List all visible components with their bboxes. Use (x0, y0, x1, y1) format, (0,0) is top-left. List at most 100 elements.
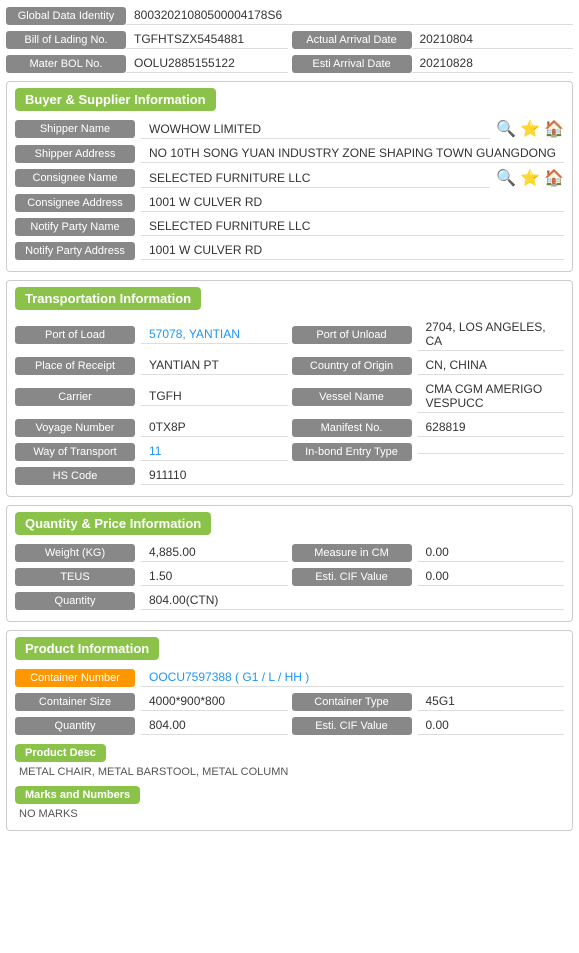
vessel-name-row: Vessel Name CMA CGM AMERIGO VESPUCC (292, 380, 565, 413)
container-number-value: OOCU7597388 ( G1 / L / HH ) (141, 668, 564, 687)
notify-party-name-label: Notify Party Name (15, 218, 135, 236)
consignee-name-value: SELECTED FURNITURE LLC (141, 169, 490, 188)
measure-cm-value: 0.00 (418, 543, 565, 562)
mater-bol-row: Mater BOL No. OOLU2885155122 (6, 54, 288, 73)
mater-bol-label: Mater BOL No. (6, 55, 126, 73)
container-size-value: 4000*900*800 (141, 692, 288, 711)
product-desc-text: METAL CHAIR, METAL BARSTOOL, METAL COLUM… (15, 762, 564, 782)
port-of-unload-value: 2704, LOS ANGELES, CA (418, 318, 565, 351)
weight-row: Weight (KG) 4,885.00 (15, 543, 288, 562)
country-of-origin-value: CN, CHINA (418, 356, 565, 375)
product-desc-btn[interactable]: Product Desc (15, 744, 106, 762)
teus-value: 1.50 (141, 567, 288, 586)
notify-party-address-row: Notify Party Address 1001 W CULVER RD (15, 241, 564, 260)
shipper-home-icon[interactable]: 🏠 (544, 119, 564, 139)
container-type-row: Container Type 45G1 (292, 692, 565, 711)
container-size-row: Container Size 4000*900*800 (15, 692, 288, 711)
notify-party-name-value: SELECTED FURNITURE LLC (141, 217, 564, 236)
qp-row-2: TEUS 1.50 Esti. CIF Value 0.00 (15, 567, 564, 586)
product-section: Product Information Container Number OOC… (6, 630, 573, 831)
port-of-unload-label: Port of Unload (292, 326, 412, 344)
container-type-value: 45G1 (418, 692, 565, 711)
marks-and-numbers-btn[interactable]: Marks and Numbers (15, 786, 140, 804)
notify-party-address-label: Notify Party Address (15, 242, 135, 260)
place-of-receipt-value: YANTIAN PT (141, 356, 288, 375)
transport-row-5: Way of Transport 11 In-bond Entry Type (15, 442, 564, 461)
consignee-star-icon[interactable]: ⭐ (520, 168, 540, 188)
voyage-number-value: 0TX8P (141, 418, 288, 437)
manifest-no-value: 628819 (418, 418, 565, 437)
global-data-identity-row: Global Data Identity 8003202108050000417… (6, 6, 573, 25)
port-of-load-value: 57078, YANTIAN (141, 325, 288, 344)
consignee-search-icon[interactable]: 🔍 (496, 168, 516, 188)
esti-cif-value-row: Esti. CIF Value 0.00 (292, 567, 565, 586)
place-of-receipt-label: Place of Receipt (15, 357, 135, 375)
manifest-no-row: Manifest No. 628819 (292, 418, 565, 437)
transportation-section: Transportation Information Port of Load … (6, 280, 573, 497)
port-of-load-label: Port of Load (15, 326, 135, 344)
actual-arrival-date-value: 20210804 (412, 30, 574, 49)
in-bond-entry-type-label: In-bond Entry Type (292, 443, 412, 461)
bill-of-lading-label: Bill of Lading No. (6, 31, 126, 49)
notify-party-name-row: Notify Party Name SELECTED FURNITURE LLC (15, 217, 564, 236)
country-of-origin-label: Country of Origin (292, 357, 412, 375)
carrier-row: Carrier TGFH (15, 380, 288, 413)
consignee-name-label: Consignee Name (15, 169, 135, 187)
place-of-receipt-row: Place of Receipt YANTIAN PT (15, 356, 288, 375)
consignee-address-label: Consignee Address (15, 194, 135, 212)
shipper-search-icon[interactable]: 🔍 (496, 119, 516, 139)
in-bond-entry-type-value (418, 449, 565, 454)
actual-arrival-date-label: Actual Arrival Date (292, 31, 412, 49)
hs-code-label: HS Code (15, 467, 135, 485)
quantity-value: 804.00(CTN) (141, 591, 564, 610)
product-quantity-label: Quantity (15, 717, 135, 735)
teus-row: TEUS 1.50 (15, 567, 288, 586)
quantity-label: Quantity (15, 592, 135, 610)
shipper-name-value: WOWHOW LIMITED (141, 120, 490, 139)
product-quantity-value: 804.00 (141, 716, 288, 735)
buyer-supplier-section: Buyer & Supplier Information Shipper Nam… (6, 81, 573, 272)
teus-label: TEUS (15, 568, 135, 586)
shipper-address-label: Shipper Address (15, 145, 135, 163)
consignee-name-row: Consignee Name SELECTED FURNITURE LLC 🔍 … (15, 168, 564, 188)
bill-of-lading-row: Bill of Lading No. TGFHTSZX5454881 (6, 30, 288, 49)
esti-cif-value-value: 0.00 (418, 567, 565, 586)
qp-row-1: Weight (KG) 4,885.00 Measure in CM 0.00 (15, 543, 564, 562)
in-bond-entry-type-row: In-bond Entry Type (292, 442, 565, 461)
buyer-supplier-header: Buyer & Supplier Information (15, 88, 216, 111)
shipper-star-icon[interactable]: ⭐ (520, 119, 540, 139)
measure-cm-row: Measure in CM 0.00 (292, 543, 565, 562)
global-data-identity-value: 80032021080500004178S6 (126, 6, 573, 25)
way-of-transport-value: 11 (141, 442, 288, 461)
consignee-home-icon[interactable]: 🏠 (544, 168, 564, 188)
carrier-label: Carrier (15, 388, 135, 406)
container-size-label: Container Size (15, 693, 135, 711)
voyage-number-label: Voyage Number (15, 419, 135, 437)
consignee-address-value: 1001 W CULVER RD (141, 193, 564, 212)
esti-arrival-date-row: Esti Arrival Date 20210828 (292, 54, 574, 73)
port-of-unload-row: Port of Unload 2704, LOS ANGELES, CA (292, 318, 565, 351)
marks-text: NO MARKS (15, 804, 564, 824)
weight-label: Weight (KG) (15, 544, 135, 562)
mater-bol-value: OOLU2885155122 (126, 54, 288, 73)
vessel-name-value: CMA CGM AMERIGO VESPUCC (418, 380, 565, 413)
hs-code-value: 911110 (141, 466, 564, 485)
global-data-identity-label: Global Data Identity (6, 7, 126, 25)
quantity-price-header: Quantity & Price Information (15, 512, 211, 535)
product-esti-cif-value: 0.00 (418, 716, 565, 735)
vessel-name-label: Vessel Name (292, 388, 412, 406)
transport-row-4: Voyage Number 0TX8P Manifest No. 628819 (15, 418, 564, 437)
product-header: Product Information (15, 637, 159, 660)
shipper-address-value: NO 10TH SONG YUAN INDUSTRY ZONE SHAPING … (141, 144, 564, 163)
measure-cm-label: Measure in CM (292, 544, 412, 562)
notify-party-address-value: 1001 W CULVER RD (141, 241, 564, 260)
way-of-transport-label: Way of Transport (15, 443, 135, 461)
manifest-no-label: Manifest No. (292, 419, 412, 437)
shipper-name-icons: 🔍 ⭐ 🏠 (496, 119, 564, 139)
consignee-name-icons: 🔍 ⭐ 🏠 (496, 168, 564, 188)
product-row-2: Quantity 804.00 Esti. CIF Value 0.00 (15, 716, 564, 735)
shipper-name-row: Shipper Name WOWHOW LIMITED 🔍 ⭐ 🏠 (15, 119, 564, 139)
quantity-row: Quantity 804.00(CTN) (15, 591, 564, 610)
esti-arrival-date-label: Esti Arrival Date (292, 55, 412, 73)
shipper-address-row: Shipper Address NO 10TH SONG YUAN INDUST… (15, 144, 564, 163)
